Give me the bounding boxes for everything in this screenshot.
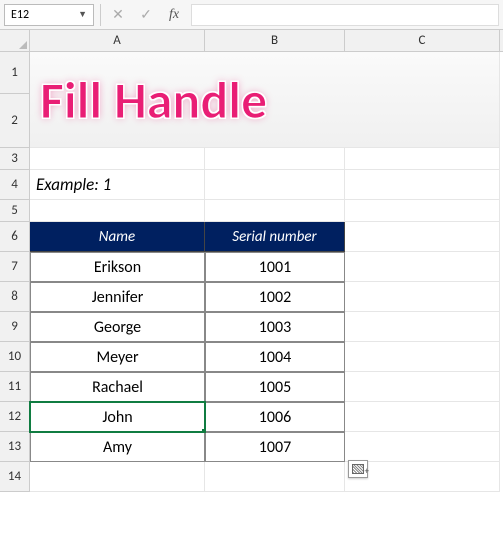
col-header-B[interactable]: B — [205, 30, 345, 51]
plus-icon: + — [365, 466, 369, 477]
row-header[interactable]: 10 — [0, 342, 30, 372]
cell-serial[interactable]: 1007 — [205, 432, 345, 462]
table-row: Meyer 1004 — [30, 342, 500, 372]
cell[interactable] — [205, 200, 345, 222]
cell[interactable] — [345, 432, 500, 462]
col-header-C[interactable]: C — [345, 30, 500, 51]
row-header[interactable]: 8 — [0, 282, 30, 312]
name-box[interactable]: E12 ▼ — [4, 4, 94, 26]
cell-value: John — [102, 408, 132, 427]
cell-area[interactable]: Fill Handle Example: 1 Name Serial numbe… — [30, 52, 500, 492]
example-label[interactable]: Example: 1 — [30, 170, 205, 200]
table-row: Rachael 1005 — [30, 372, 500, 402]
cell[interactable] — [345, 148, 500, 170]
cell-name[interactable]: John — [30, 402, 205, 432]
row-header[interactable]: 13 — [0, 432, 30, 462]
cell-serial[interactable]: 1003 — [205, 312, 345, 342]
title-cell[interactable]: Fill Handle — [30, 52, 500, 148]
row-header[interactable]: 9 — [0, 312, 30, 342]
cell-serial[interactable]: 1006 — [205, 402, 345, 432]
cell-serial[interactable]: 1001 — [205, 252, 345, 282]
cell-serial[interactable]: 1005 — [205, 372, 345, 402]
cell[interactable] — [345, 372, 500, 402]
cell[interactable] — [205, 148, 345, 170]
select-all-corner[interactable] — [0, 30, 30, 51]
table-row: Jennifer 1002 — [30, 282, 500, 312]
row-headers: 1 2 3 4 5 6 7 8 9 10 11 12 13 14 — [0, 52, 30, 492]
cell[interactable] — [345, 222, 500, 252]
cell-name[interactable]: George — [30, 312, 205, 342]
formula-input[interactable] — [191, 4, 499, 26]
table-row: Erikson 1001 — [30, 252, 500, 282]
row-header[interactable]: 6 — [0, 222, 30, 252]
row-header[interactable]: 4 — [0, 170, 30, 200]
separator — [100, 4, 101, 26]
row-header[interactable]: 3 — [0, 148, 30, 170]
cell[interactable] — [30, 200, 205, 222]
table-row: Amy 1007 — [30, 432, 500, 462]
cell[interactable] — [345, 200, 500, 222]
cell-name[interactable]: Jennifer — [30, 282, 205, 312]
col-header-A[interactable]: A — [30, 30, 205, 51]
row-header[interactable]: 11 — [0, 372, 30, 402]
cell[interactable] — [345, 402, 500, 432]
cell[interactable] — [30, 148, 205, 170]
table-header-name[interactable]: Name — [30, 222, 205, 252]
cell-serial[interactable]: 1002 — [205, 282, 345, 312]
formula-bar: E12 ▼ ✕ ✓ fx — [0, 0, 503, 30]
table-header-serial[interactable]: Serial number — [205, 222, 345, 252]
row-header[interactable]: 7 — [0, 252, 30, 282]
fill-handle[interactable] — [201, 428, 205, 432]
column-headers: A B C — [0, 30, 503, 52]
cell[interactable] — [345, 252, 500, 282]
cell-name[interactable]: Rachael — [30, 372, 205, 402]
cell-name[interactable]: Meyer — [30, 342, 205, 372]
row-header[interactable]: 5 — [0, 200, 30, 222]
row-header[interactable]: 1 — [0, 52, 30, 94]
cell[interactable] — [345, 312, 500, 342]
cell[interactable] — [345, 342, 500, 372]
row-header[interactable]: 2 — [0, 94, 30, 148]
confirm-icon: ✓ — [135, 4, 157, 26]
table-row: George 1003 — [30, 312, 500, 342]
page-title: Fill Handle — [40, 68, 267, 132]
row-header[interactable]: 12 — [0, 402, 30, 432]
cell[interactable] — [30, 462, 205, 492]
cell[interactable] — [205, 170, 345, 200]
table-row: John 1006 — [30, 402, 500, 432]
cell[interactable] — [345, 170, 500, 200]
cell[interactable] — [345, 282, 500, 312]
cell-name[interactable]: Erikson — [30, 252, 205, 282]
fx-icon[interactable]: fx — [163, 4, 185, 26]
spreadsheet-grid: A B C 1 2 3 4 5 6 7 8 9 10 11 12 13 14 F… — [0, 30, 503, 492]
autofill-options-button[interactable]: + — [348, 460, 368, 478]
cancel-icon: ✕ — [107, 4, 129, 26]
cell-serial[interactable]: 1004 — [205, 342, 345, 372]
cell-name[interactable]: Amy — [30, 432, 205, 462]
name-box-value: E12 — [11, 8, 29, 22]
cell[interactable] — [205, 462, 345, 492]
autofill-icon: + — [352, 464, 364, 474]
chevron-down-icon[interactable]: ▼ — [78, 9, 87, 20]
row-header[interactable]: 14 — [0, 462, 30, 492]
